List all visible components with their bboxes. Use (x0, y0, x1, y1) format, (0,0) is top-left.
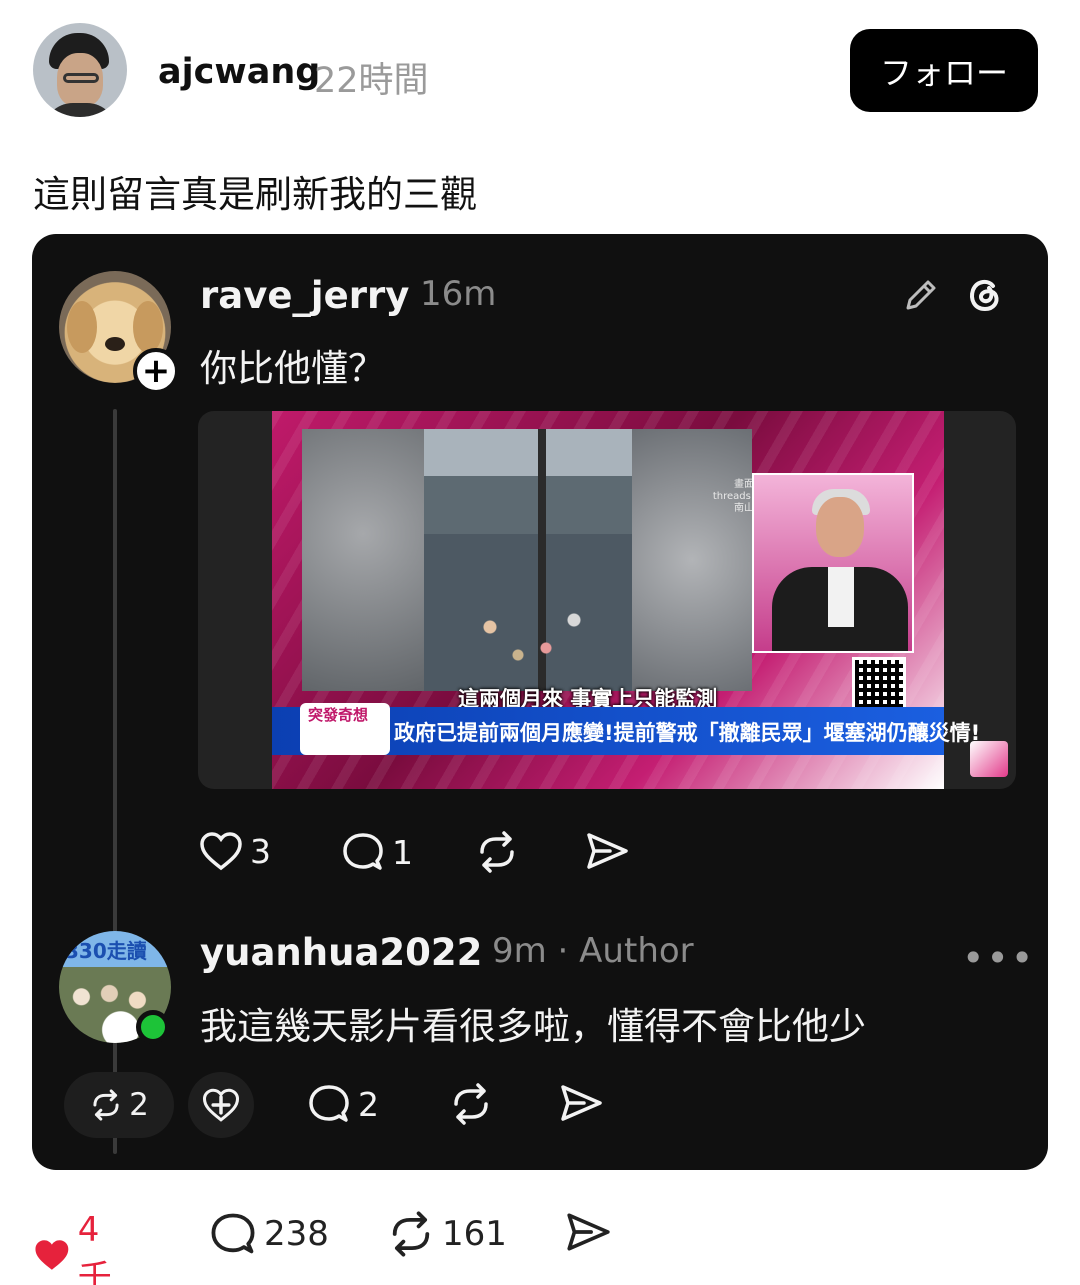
post-repost-count: 161 (442, 1214, 507, 1254)
reply-count-yuan: 2 (358, 1084, 379, 1124)
repost-button-yuan[interactable] (448, 1082, 494, 1126)
reply-username-rave[interactable]: rave_jerry (200, 274, 409, 317)
reply-text-rave: 你比他懂？ (200, 347, 385, 390)
repost-icon (454, 1083, 488, 1125)
news-headline: 政府已提前兩個月應變!提前警戒「撤離民眾」堰塞湖仍釀災情! (394, 721, 981, 745)
presenter-head (816, 497, 864, 557)
repost-small-icon (93, 1089, 119, 1121)
share-button[interactable] (584, 830, 630, 872)
heart-plus-icon (202, 1088, 240, 1122)
dog-nose (105, 337, 125, 351)
comment-icon (211, 1213, 255, 1254)
qr-code (852, 657, 906, 711)
author-username[interactable]: ajcwang (158, 52, 320, 92)
like-add-button[interactable] (188, 1072, 254, 1138)
send-icon (567, 1213, 610, 1251)
tv-studio-background: 畫面來源 threads 花蓮南山災情 這兩個月來 事實上只能監測 突發奇想 政… (272, 411, 980, 789)
post-like-button[interactable]: 4千 (32, 1210, 122, 1285)
quoted-thread-card[interactable]: + rave_jerry 16m 你比他懂？ 畫面來源 threads 花蓮南山… (32, 234, 1048, 1170)
dog-ear-right (133, 301, 163, 353)
like-count: 3 (250, 831, 271, 871)
repost-count: 2 (129, 1087, 149, 1123)
comment-icon (343, 833, 383, 870)
blurred-panel-left (302, 429, 424, 691)
follow-button[interactable]: フォロー (850, 29, 1038, 112)
post-reply-button[interactable]: 238 (208, 1210, 329, 1258)
post-repost-button[interactable]: 161 (386, 1210, 507, 1258)
post-reply-count: 238 (264, 1214, 329, 1254)
online-status-dot (136, 1010, 170, 1044)
heart-icon (200, 832, 242, 871)
footage-source-label: 畫面來源 threads 花蓮南山災情 (712, 479, 752, 514)
post-share-button[interactable] (564, 1210, 612, 1254)
blurred-panel-right (632, 429, 752, 691)
plus-icon: + (141, 351, 171, 391)
presenter-shirt (828, 567, 854, 627)
reply-button-yuan[interactable]: 2 (306, 1082, 379, 1126)
floating-debris (462, 599, 602, 669)
follow-plus-badge[interactable]: + (133, 348, 179, 394)
video-thumbnail[interactable]: 畫面來源 threads 花蓮南山災情 這兩個月來 事實上只能監測 突發奇想 政… (198, 411, 1016, 789)
reply-count: 1 (392, 832, 413, 872)
avatar-glasses (63, 73, 99, 83)
send-icon (561, 1085, 602, 1121)
threads-logo-icon[interactable] (963, 272, 1007, 316)
post-time: 22時間 (314, 61, 429, 101)
guest-presenter-inset (752, 473, 914, 653)
avatar-shirt (43, 103, 117, 117)
reply-username-yuan[interactable]: yuanhua2022 (200, 931, 482, 974)
repost-icon (480, 831, 514, 873)
reply-meta-yuan: 9m · Author (492, 931, 694, 971)
send-icon (587, 833, 628, 869)
flood-footage: 畫面來源 threads 花蓮南山災情 (302, 429, 752, 691)
pencil-icon[interactable] (900, 274, 942, 316)
show-logo-text: 突發奇想 (308, 706, 369, 724)
more-options-icon[interactable]: ••• (962, 936, 1035, 980)
reply-button[interactable]: 1 (340, 830, 413, 874)
repost-icon (392, 1211, 430, 1257)
repost-count-pill[interactable]: 2 (64, 1072, 174, 1138)
post-text: 這則留言真是刷新我的三觀 (33, 173, 477, 216)
reply-text-yuan: 我這幾天影片看很多啦，懂得不會比他少 (200, 1005, 866, 1048)
dog-ear-left (67, 301, 97, 353)
reply-time-rave: 16m (420, 274, 497, 314)
repost-button[interactable] (474, 830, 520, 874)
post-like-count: 4千 (77, 1210, 112, 1285)
like-button[interactable]: 3 (198, 830, 271, 872)
share-button-yuan[interactable] (558, 1082, 604, 1124)
avatar-banner-text: 330走讀 (65, 939, 147, 963)
heart-filled-icon (35, 1239, 69, 1270)
channel-corner-logo (970, 741, 1008, 777)
comment-icon (309, 1085, 349, 1122)
author-avatar[interactable] (33, 23, 127, 117)
